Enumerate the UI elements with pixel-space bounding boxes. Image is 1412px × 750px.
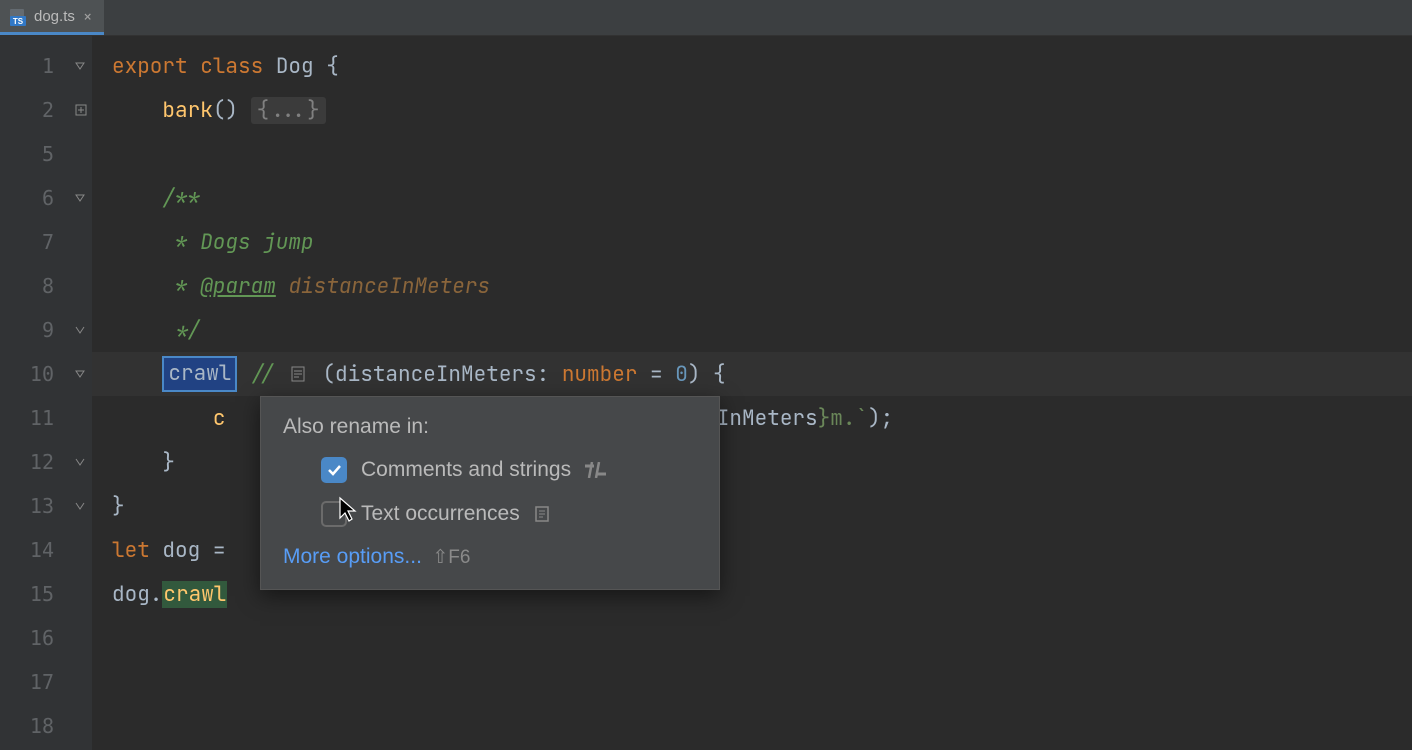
code-line: export class Dog { [92,44,1412,88]
line-number: 7 [42,230,54,254]
code-line: /** [92,176,1412,220]
fold-toggle-icon[interactable] [74,59,88,73]
code-line [92,704,1412,748]
gutter: 1 2 5 6 7 8 9 10 11 12 13 14 15 16 17 18 [0,36,92,750]
shortcut-hint: ⇧F6 [432,547,470,568]
code-line [92,660,1412,704]
editor-area: 1 2 5 6 7 8 9 10 11 12 13 14 15 16 17 18… [0,36,1412,750]
line-number: 14 [30,538,54,562]
code-line: */ [92,308,1412,352]
tab-bar: TS dog.ts × [0,0,1412,36]
checkbox-checked[interactable] [321,457,347,483]
usage-highlight: crawl [162,581,227,608]
line-number: 11 [30,406,54,430]
line-number: 2 [42,98,54,122]
line-number: 17 [30,670,54,694]
popup-title: Also rename in: [283,415,697,439]
code-line: * Dogs jump [92,220,1412,264]
line-number: 1 [42,54,54,78]
checkbox-unchecked[interactable] [321,501,347,527]
fold-end-icon[interactable] [74,499,88,513]
popup-option-text[interactable]: Text occurrences [283,501,697,527]
line-number: 15 [30,582,54,606]
fold-expand-icon[interactable] [74,103,88,117]
fold-end-icon[interactable] [74,455,88,469]
line-number: 9 [42,318,54,342]
comment-icon [585,462,607,478]
line-number: 6 [42,186,54,210]
line-number: 8 [42,274,54,298]
ts-file-icon: TS [8,6,28,26]
more-options-link[interactable]: More options... ⇧F6 [283,545,697,569]
line-number: 10 [30,362,54,386]
code-line: bark() {...} [92,88,1412,132]
line-number: 13 [30,494,54,518]
svg-text:TS: TS [13,17,24,26]
code-line: * @param distanceInMeters [92,264,1412,308]
tab-filename: dog.ts [34,8,75,25]
text-occurrence-icon [288,365,310,383]
popup-option-comments[interactable]: Comments and strings [283,457,697,483]
close-icon[interactable]: × [81,6,95,27]
code-line-active: crawl // (distanceInMeters: number = 0) … [92,352,1412,396]
text-occurrence-icon [534,505,552,523]
rename-popup: Also rename in: Comments and strings Tex… [260,396,720,590]
line-number: 12 [30,450,54,474]
code-line [92,132,1412,176]
fold-toggle-icon[interactable] [74,191,88,205]
line-number: 16 [30,626,54,650]
option-label: Comments and strings [361,458,571,482]
folded-region[interactable]: {...} [251,97,326,124]
option-label: Text occurrences [361,502,520,526]
rename-input[interactable]: crawl [162,356,237,392]
fold-toggle-icon[interactable] [74,367,88,381]
file-tab[interactable]: TS dog.ts × [0,0,104,35]
line-number: 18 [30,714,54,738]
code-line [92,616,1412,660]
line-number: 5 [42,142,54,166]
code-area[interactable]: export class Dog { bark() {...} /** * Do… [92,36,1412,750]
fold-end-icon[interactable] [74,323,88,337]
